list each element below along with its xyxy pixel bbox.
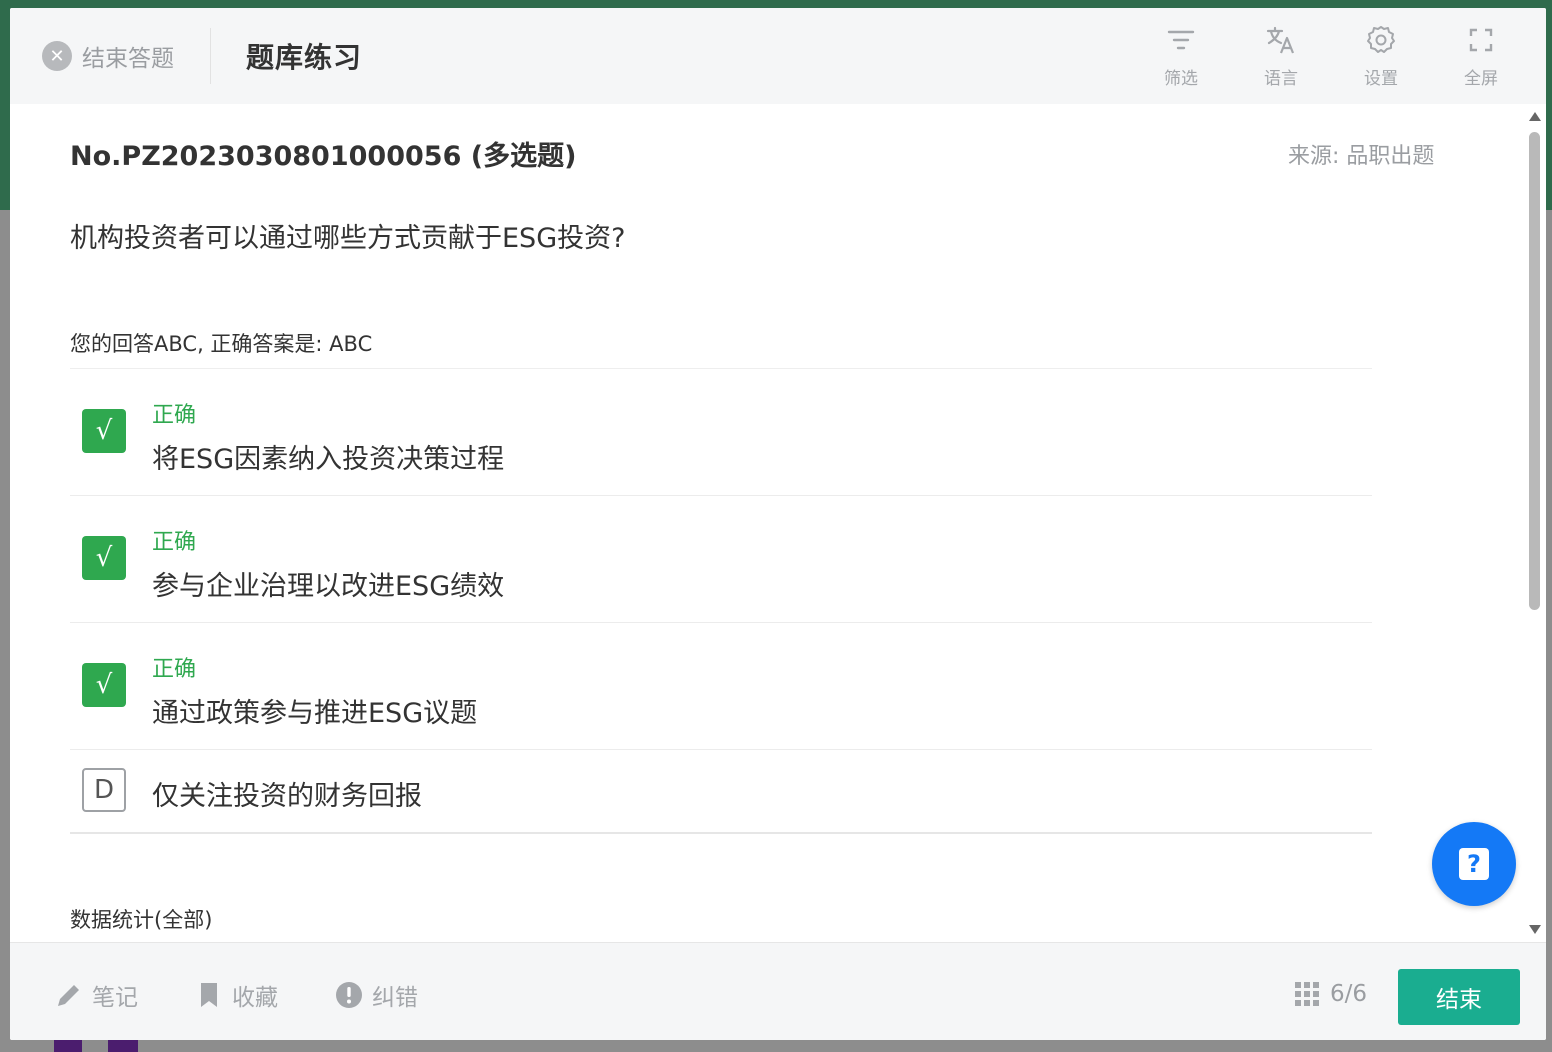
fullscreen-label: 全屏 <box>1464 69 1498 89</box>
option-status: 正确 <box>152 403 197 428</box>
close-circle-icon: ✕ <box>42 41 72 71</box>
stats-title: 数据统计(全部) <box>70 908 213 932</box>
settings-label: 设置 <box>1364 69 1398 89</box>
settings-button[interactable]: 设置 <box>1346 24 1416 92</box>
question-content: No.PZ2023030801000056 (多选题) 来源: 品职出题 机构投… <box>10 104 1524 942</box>
filter-label: 筛选 <box>1164 69 1198 89</box>
option-b[interactable]: √ 正确 参与企业治理以改进ESG绩效 <box>70 496 1372 623</box>
header-divider <box>210 28 211 84</box>
help-button[interactable]: ? <box>1432 822 1516 906</box>
option-c[interactable]: √ 正确 通过政策参与推进ESG议题 <box>70 623 1372 750</box>
backdrop-block <box>108 1040 138 1052</box>
check-icon: √ <box>82 663 126 707</box>
option-d[interactable]: D 仅关注投资的财务回报 <box>70 750 1372 834</box>
option-text: 通过政策参与推进ESG议题 <box>152 698 478 729</box>
option-status: 正确 <box>152 530 197 555</box>
note-label: 笔记 <box>92 985 138 1011</box>
page-title: 题库练习 <box>246 41 363 74</box>
modal-footer: 笔记 收藏 纠错 6/6 结束 <box>10 942 1546 1040</box>
grid-icon <box>1295 982 1319 1006</box>
scroll-down-arrow-icon[interactable] <box>1529 925 1541 934</box>
exclamation-circle-icon <box>336 982 362 1008</box>
modal-header: ✕ 结束答题 题库练习 筛选 语言 设置 全屏 <box>10 8 1546 105</box>
question-source: 来源: 品职出题 <box>1288 144 1435 169</box>
scrollbar[interactable] <box>1524 104 1546 942</box>
exit-answering-label: 结束答题 <box>82 46 174 72</box>
option-text: 参与企业治理以改进ESG绩效 <box>152 571 505 602</box>
question-progress-button[interactable]: 6/6 <box>1294 981 1367 1007</box>
fullscreen-icon <box>1469 28 1493 52</box>
practice-modal: ✕ 结束答题 题库练习 筛选 语言 设置 全屏 No.PZ20230308010… <box>10 8 1546 1040</box>
exit-answering-button[interactable]: ✕ 结束答题 <box>42 38 174 74</box>
gear-icon <box>1367 26 1395 53</box>
help-icon: ? <box>1459 848 1489 880</box>
note-button[interactable]: 笔记 <box>54 979 138 1011</box>
scroll-up-arrow-icon[interactable] <box>1529 112 1541 121</box>
scroll-thumb[interactable] <box>1529 132 1540 610</box>
option-a[interactable]: √ 正确 将ESG因素纳入投资决策过程 <box>70 369 1372 496</box>
report-error-label: 纠错 <box>372 985 418 1011</box>
finish-button[interactable]: 结束 <box>1398 969 1520 1025</box>
favorite-label: 收藏 <box>232 985 278 1011</box>
check-icon: √ <box>82 536 126 580</box>
option-text: 仅关注投资的财务回报 <box>152 781 422 812</box>
option-text: 将ESG因素纳入投资决策过程 <box>152 444 505 475</box>
progress-text: 6/6 <box>1330 981 1368 1007</box>
check-icon: √ <box>82 409 126 453</box>
option-letter: D <box>82 768 126 812</box>
answer-summary: 您的回答ABC, 正确答案是: ABC <box>70 332 373 356</box>
filter-button[interactable]: 筛选 <box>1146 24 1216 92</box>
bookmark-icon <box>201 983 217 1007</box>
language-button[interactable]: 语言 <box>1246 24 1316 92</box>
report-error-button[interactable]: 纠错 <box>334 979 418 1011</box>
backdrop-block <box>54 1040 82 1052</box>
language-label: 语言 <box>1264 69 1298 89</box>
question-number: No.PZ2023030801000056 (多选题) <box>70 141 577 172</box>
translate-icon <box>1266 26 1295 54</box>
favorite-button[interactable]: 收藏 <box>194 979 278 1011</box>
question-text: 机构投资者可以通过哪些方式贡献于ESG投资? <box>70 223 626 254</box>
fullscreen-button[interactable]: 全屏 <box>1446 24 1516 92</box>
pencil-icon <box>58 985 79 1006</box>
option-status: 正确 <box>152 657 197 682</box>
filter-icon <box>1167 30 1195 50</box>
